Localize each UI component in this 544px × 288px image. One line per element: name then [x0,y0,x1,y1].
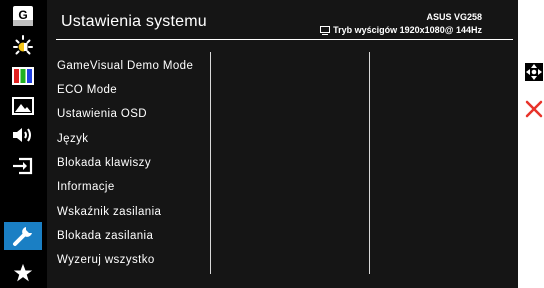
osd-menu: G Ustawienia systemu ASUS VG258 Tryb wyś… [0,0,518,288]
sidebar-item-favorites[interactable] [4,259,42,287]
monitor-icon [320,25,331,35]
column-divider-left [210,52,211,274]
input-select-icon [13,157,33,175]
menu-item-language[interactable]: Język [57,127,207,151]
sidebar-item-color[interactable] [4,62,42,90]
brightness-sun-icon [13,35,33,55]
nav-controls [525,63,543,123]
header-divider [56,39,513,40]
star-icon [13,263,33,282]
gamevisual-g-icon: G [13,6,33,26]
column-divider-right [369,52,370,274]
sound-speaker-icon [13,128,31,142]
current-mode-text: Tryb wyścigów 1920x1080@ 144Hz [333,25,482,35]
menu-item-reset-all[interactable]: Wyzeruj wszystko [57,248,207,272]
four-way-arrow-icon[interactable] [525,63,543,81]
menu-item-power-indicator[interactable]: Wskaźnik zasilania [57,200,207,224]
menu-item-eco-mode[interactable]: ECO Mode [57,78,207,102]
sidebar-item-system[interactable] [4,222,42,250]
menu-item-key-lock[interactable]: Blokada klawiszy [57,151,207,175]
svg-text:G: G [18,8,27,22]
close-x-icon[interactable] [525,100,543,118]
sidebar-item-sound[interactable] [4,121,42,149]
image-landscape-icon [12,97,34,115]
sidebar-item-brightness[interactable] [4,32,42,60]
sidebar-item-gamevisual[interactable]: G [4,2,42,30]
menu-item-gamevisual-demo[interactable]: GameVisual Demo Mode [57,54,207,78]
wrench-icon [13,227,32,246]
menu-item-information[interactable]: Informacje [57,175,207,199]
monitor-model: ASUS VG258 [426,12,482,22]
color-bars-icon [12,67,34,85]
osd-sidebar: G [0,0,46,288]
sidebar-item-input[interactable] [4,152,42,180]
current-mode: Tryb wyścigów 1920x1080@ 144Hz [320,25,482,35]
menu-item-osd-settings[interactable]: Ustawienia OSD [57,102,207,126]
page-title: Ustawienia systemu [61,13,207,30]
menu-item-power-lock[interactable]: Blokada zasilania [57,224,207,248]
sidebar-item-image[interactable] [4,92,42,120]
